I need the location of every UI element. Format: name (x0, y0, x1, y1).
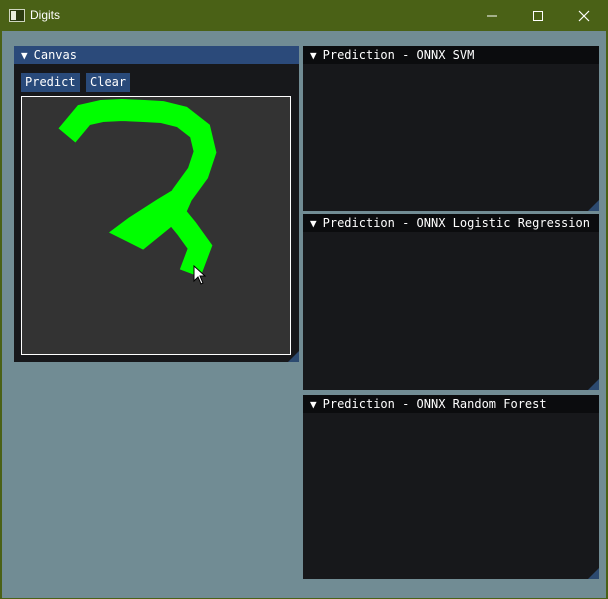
drawn-digit-stroke (58, 98, 217, 278)
prediction-panel-random-forest: ▼ Prediction - ONNX Random Forest (303, 395, 599, 579)
prediction-panel-resize-grip[interactable] (588, 200, 599, 211)
client-area: ▼ Canvas Predict Clear ▼ Prediction - ONNX… (2, 31, 606, 598)
prediction-panel-title: Prediction - ONNX Random Forest (322, 397, 547, 411)
prediction-panel-header[interactable]: ▼ Prediction - ONNX Random Forest (303, 395, 599, 413)
maximize-icon (533, 11, 543, 21)
prediction-panel-header[interactable]: ▼ Prediction - ONNX Logistic Regression (303, 214, 599, 232)
maximize-button[interactable] (515, 0, 561, 31)
minimize-icon (487, 15, 497, 17)
canvas-panel-resize-grip[interactable] (288, 351, 299, 362)
canvas-panel: ▼ Canvas Predict Clear (14, 46, 299, 362)
triangle-down-icon[interactable]: ▼ (21, 47, 28, 64)
mouse-cursor-icon (193, 265, 207, 285)
prediction-panel-title: Prediction - ONNX SVM (322, 48, 475, 62)
prediction-panel-logistic-regression: ▼ Prediction - ONNX Logistic Regression (303, 214, 599, 390)
title-bar[interactable]: Digits (0, 0, 608, 31)
canvas-panel-header[interactable]: ▼ Canvas (14, 46, 299, 64)
close-button[interactable] (561, 0, 607, 31)
minimize-button[interactable] (469, 0, 515, 31)
triangle-down-icon[interactable]: ▼ (310, 396, 317, 413)
prediction-panel-title: Prediction - ONNX Logistic Regression (322, 216, 590, 230)
close-icon (578, 10, 590, 22)
app-icon (9, 9, 25, 22)
prediction-panel-svm: ▼ Prediction - ONNX SVM (303, 46, 599, 211)
prediction-panel-header[interactable]: ▼ Prediction - ONNX SVM (303, 46, 599, 64)
canvas-panel-title: Canvas (33, 48, 77, 62)
prediction-panel-resize-grip[interactable] (588, 568, 599, 579)
clear-button[interactable]: Clear (86, 73, 131, 92)
triangle-down-icon[interactable]: ▼ (310, 47, 317, 64)
window-title: Digits (30, 8, 61, 22)
predict-button[interactable]: Predict (21, 73, 80, 92)
triangle-down-icon[interactable]: ▼ (310, 215, 317, 232)
prediction-panel-resize-grip[interactable] (588, 379, 599, 390)
drawing-canvas[interactable] (21, 96, 291, 355)
